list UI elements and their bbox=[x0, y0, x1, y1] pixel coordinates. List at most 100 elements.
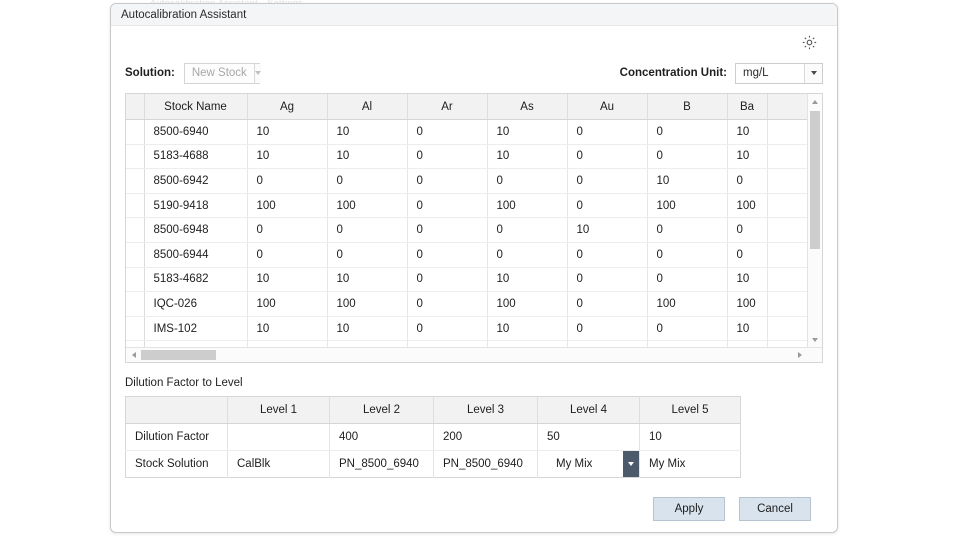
stock-value-cell[interactable]: 0 bbox=[567, 292, 647, 317]
table-row[interactable]: 8500-694010100100010 bbox=[126, 120, 807, 145]
stock-value-cell[interactable]: 0 bbox=[567, 169, 647, 194]
stock-value-cell[interactable]: 100 bbox=[247, 292, 327, 317]
stock-value-cell[interactable]: 0 bbox=[247, 242, 327, 267]
stock-value-cell[interactable]: 10 bbox=[487, 144, 567, 169]
stock-column-header[interactable]: Au bbox=[567, 94, 647, 120]
stock-value-cell[interactable]: 0 bbox=[327, 242, 407, 267]
chevron-down-icon[interactable] bbox=[254, 64, 261, 83]
vertical-scrollbar[interactable] bbox=[807, 94, 822, 347]
dilution-level-header[interactable]: Level 1 bbox=[228, 397, 330, 424]
stock-value-cell[interactable]: 0 bbox=[727, 242, 767, 267]
stock-column-header[interactable]: Ba bbox=[727, 94, 767, 120]
stock-value-cell[interactable]: 10 bbox=[727, 267, 767, 292]
stock-value-cell[interactable]: 0 bbox=[487, 169, 567, 194]
solution-dropdown[interactable]: New Stock bbox=[184, 63, 260, 84]
table-row[interactable]: IMS-10210100100010 bbox=[126, 316, 807, 341]
stock-value-cell[interactable]: 0 bbox=[727, 169, 767, 194]
stock-value-cell[interactable]: 100 bbox=[327, 193, 407, 218]
stock-value-cell[interactable]: 100 bbox=[647, 193, 727, 218]
stock-value-cell[interactable]: 10 bbox=[247, 144, 327, 169]
scroll-up-button[interactable] bbox=[808, 94, 822, 109]
stock-value-cell[interactable]: 0 bbox=[727, 218, 767, 243]
stock-value-cell[interactable]: 0 bbox=[647, 316, 727, 341]
stock-value-cell[interactable]: 0 bbox=[567, 316, 647, 341]
stock-value-cell[interactable]: 10 bbox=[647, 169, 727, 194]
row-selector-cell[interactable] bbox=[126, 292, 144, 317]
stock-value-cell[interactable]: 0 bbox=[647, 120, 727, 145]
scroll-left-button[interactable] bbox=[126, 348, 141, 362]
vertical-scroll-thumb[interactable] bbox=[810, 111, 820, 249]
row-selector-cell[interactable] bbox=[126, 120, 144, 145]
stock-value-cell[interactable]: 10 bbox=[487, 120, 567, 145]
stock-value-cell[interactable]: 100 bbox=[647, 292, 727, 317]
stock-value-cell[interactable]: 0 bbox=[647, 144, 727, 169]
stock-value-cell[interactable]: 0 bbox=[567, 120, 647, 145]
row-selector-cell[interactable] bbox=[126, 218, 144, 243]
dilution-value-cell[interactable]: 200 bbox=[434, 424, 538, 451]
stock-value-cell[interactable]: 0 bbox=[567, 193, 647, 218]
vertical-scroll-track[interactable] bbox=[808, 109, 822, 332]
stock-value-cell[interactable]: 0 bbox=[247, 169, 327, 194]
stock-value-cell[interactable]: 0 bbox=[407, 169, 487, 194]
stock-name-cell[interactable]: 5183-4688 bbox=[144, 144, 247, 169]
stock-name-cell[interactable]: 8500-6942 bbox=[144, 169, 247, 194]
stock-value-cell[interactable]: 0 bbox=[327, 218, 407, 243]
table-row[interactable]: 5183-468210100100010 bbox=[126, 267, 807, 292]
stock-value-cell[interactable]: 100 bbox=[487, 193, 567, 218]
table-row[interactable]: IQC-02610010001000100100 bbox=[126, 292, 807, 317]
stock-name-cell[interactable]: 8500-6940 bbox=[144, 120, 247, 145]
stock-column-header[interactable]: Ag bbox=[247, 94, 327, 120]
dilution-level-header[interactable]: Level 5 bbox=[640, 397, 741, 424]
row-selector-cell[interactable] bbox=[126, 316, 144, 341]
dilution-value-cell[interactable]: CalBlk bbox=[228, 451, 330, 478]
stock-value-cell[interactable]: 10 bbox=[247, 316, 327, 341]
stock-value-cell[interactable]: 10 bbox=[727, 120, 767, 145]
stock-value-cell[interactable]: 10 bbox=[487, 316, 567, 341]
stock-name-cell[interactable]: IMS-102 bbox=[144, 316, 247, 341]
stock-value-cell[interactable]: 10 bbox=[247, 120, 327, 145]
dilution-level-header[interactable]: Level 2 bbox=[330, 397, 434, 424]
stock-value-cell[interactable]: 0 bbox=[407, 218, 487, 243]
table-row[interactable]: 8500-69440000000 bbox=[126, 242, 807, 267]
table-row[interactable]: 5190-941810010001000100100 bbox=[126, 193, 807, 218]
dilution-value-cell[interactable]: PN_8500_6940 bbox=[434, 451, 538, 478]
stock-column-header[interactable]: Ar bbox=[407, 94, 487, 120]
stock-name-cell[interactable]: 5183-4682 bbox=[144, 267, 247, 292]
stock-value-cell[interactable]: 10 bbox=[327, 120, 407, 145]
row-selector-cell[interactable] bbox=[126, 144, 144, 169]
stock-value-cell[interactable]: 100 bbox=[727, 292, 767, 317]
stock-value-cell[interactable]: 0 bbox=[247, 218, 327, 243]
stock-value-cell[interactable]: 100 bbox=[327, 292, 407, 317]
row-selector-cell[interactable] bbox=[126, 267, 144, 292]
dilution-stock-dropdown[interactable]: My Mix bbox=[547, 451, 639, 477]
stock-value-cell[interactable]: 0 bbox=[647, 267, 727, 292]
dilution-value-cell[interactable]: My Mix bbox=[640, 451, 741, 478]
stock-name-cell[interactable]: 8500-6948 bbox=[144, 218, 247, 243]
stock-name-cell[interactable]: 5190-9418 bbox=[144, 193, 247, 218]
stock-value-cell[interactable]: 0 bbox=[407, 242, 487, 267]
stock-value-cell[interactable]: 0 bbox=[327, 169, 407, 194]
stock-value-cell[interactable]: 10 bbox=[727, 316, 767, 341]
stock-value-cell[interactable]: 0 bbox=[647, 218, 727, 243]
stock-value-cell[interactable]: 10 bbox=[567, 218, 647, 243]
stock-name-cell[interactable]: IQC-026 bbox=[144, 292, 247, 317]
stock-name-cell[interactable]: 8500-6944 bbox=[144, 242, 247, 267]
stock-value-cell[interactable]: 10 bbox=[327, 316, 407, 341]
gear-icon[interactable] bbox=[799, 32, 819, 52]
stock-value-cell[interactable]: 100 bbox=[247, 193, 327, 218]
stock-value-cell[interactable]: 0 bbox=[567, 267, 647, 292]
cancel-button[interactable]: Cancel bbox=[739, 497, 811, 521]
stock-value-cell[interactable]: 0 bbox=[487, 218, 567, 243]
stock-value-cell[interactable]: 0 bbox=[567, 242, 647, 267]
stock-value-cell[interactable]: 0 bbox=[407, 120, 487, 145]
table-row[interactable]: 5183-468810100100010 bbox=[126, 144, 807, 169]
dilution-value-cell[interactable]: 400 bbox=[330, 424, 434, 451]
stock-column-header[interactable]: Al bbox=[327, 94, 407, 120]
stock-value-cell[interactable]: 0 bbox=[407, 144, 487, 169]
table-row[interactable]: 8500-694800001000 bbox=[126, 218, 807, 243]
dilution-value-cell[interactable]: PN_8500_6940 bbox=[330, 451, 434, 478]
stock-value-cell[interactable]: 100 bbox=[487, 292, 567, 317]
concentration-unit-dropdown[interactable]: mg/L bbox=[735, 63, 823, 84]
stock-value-cell[interactable]: 10 bbox=[327, 144, 407, 169]
stock-column-header[interactable]: As bbox=[487, 94, 567, 120]
